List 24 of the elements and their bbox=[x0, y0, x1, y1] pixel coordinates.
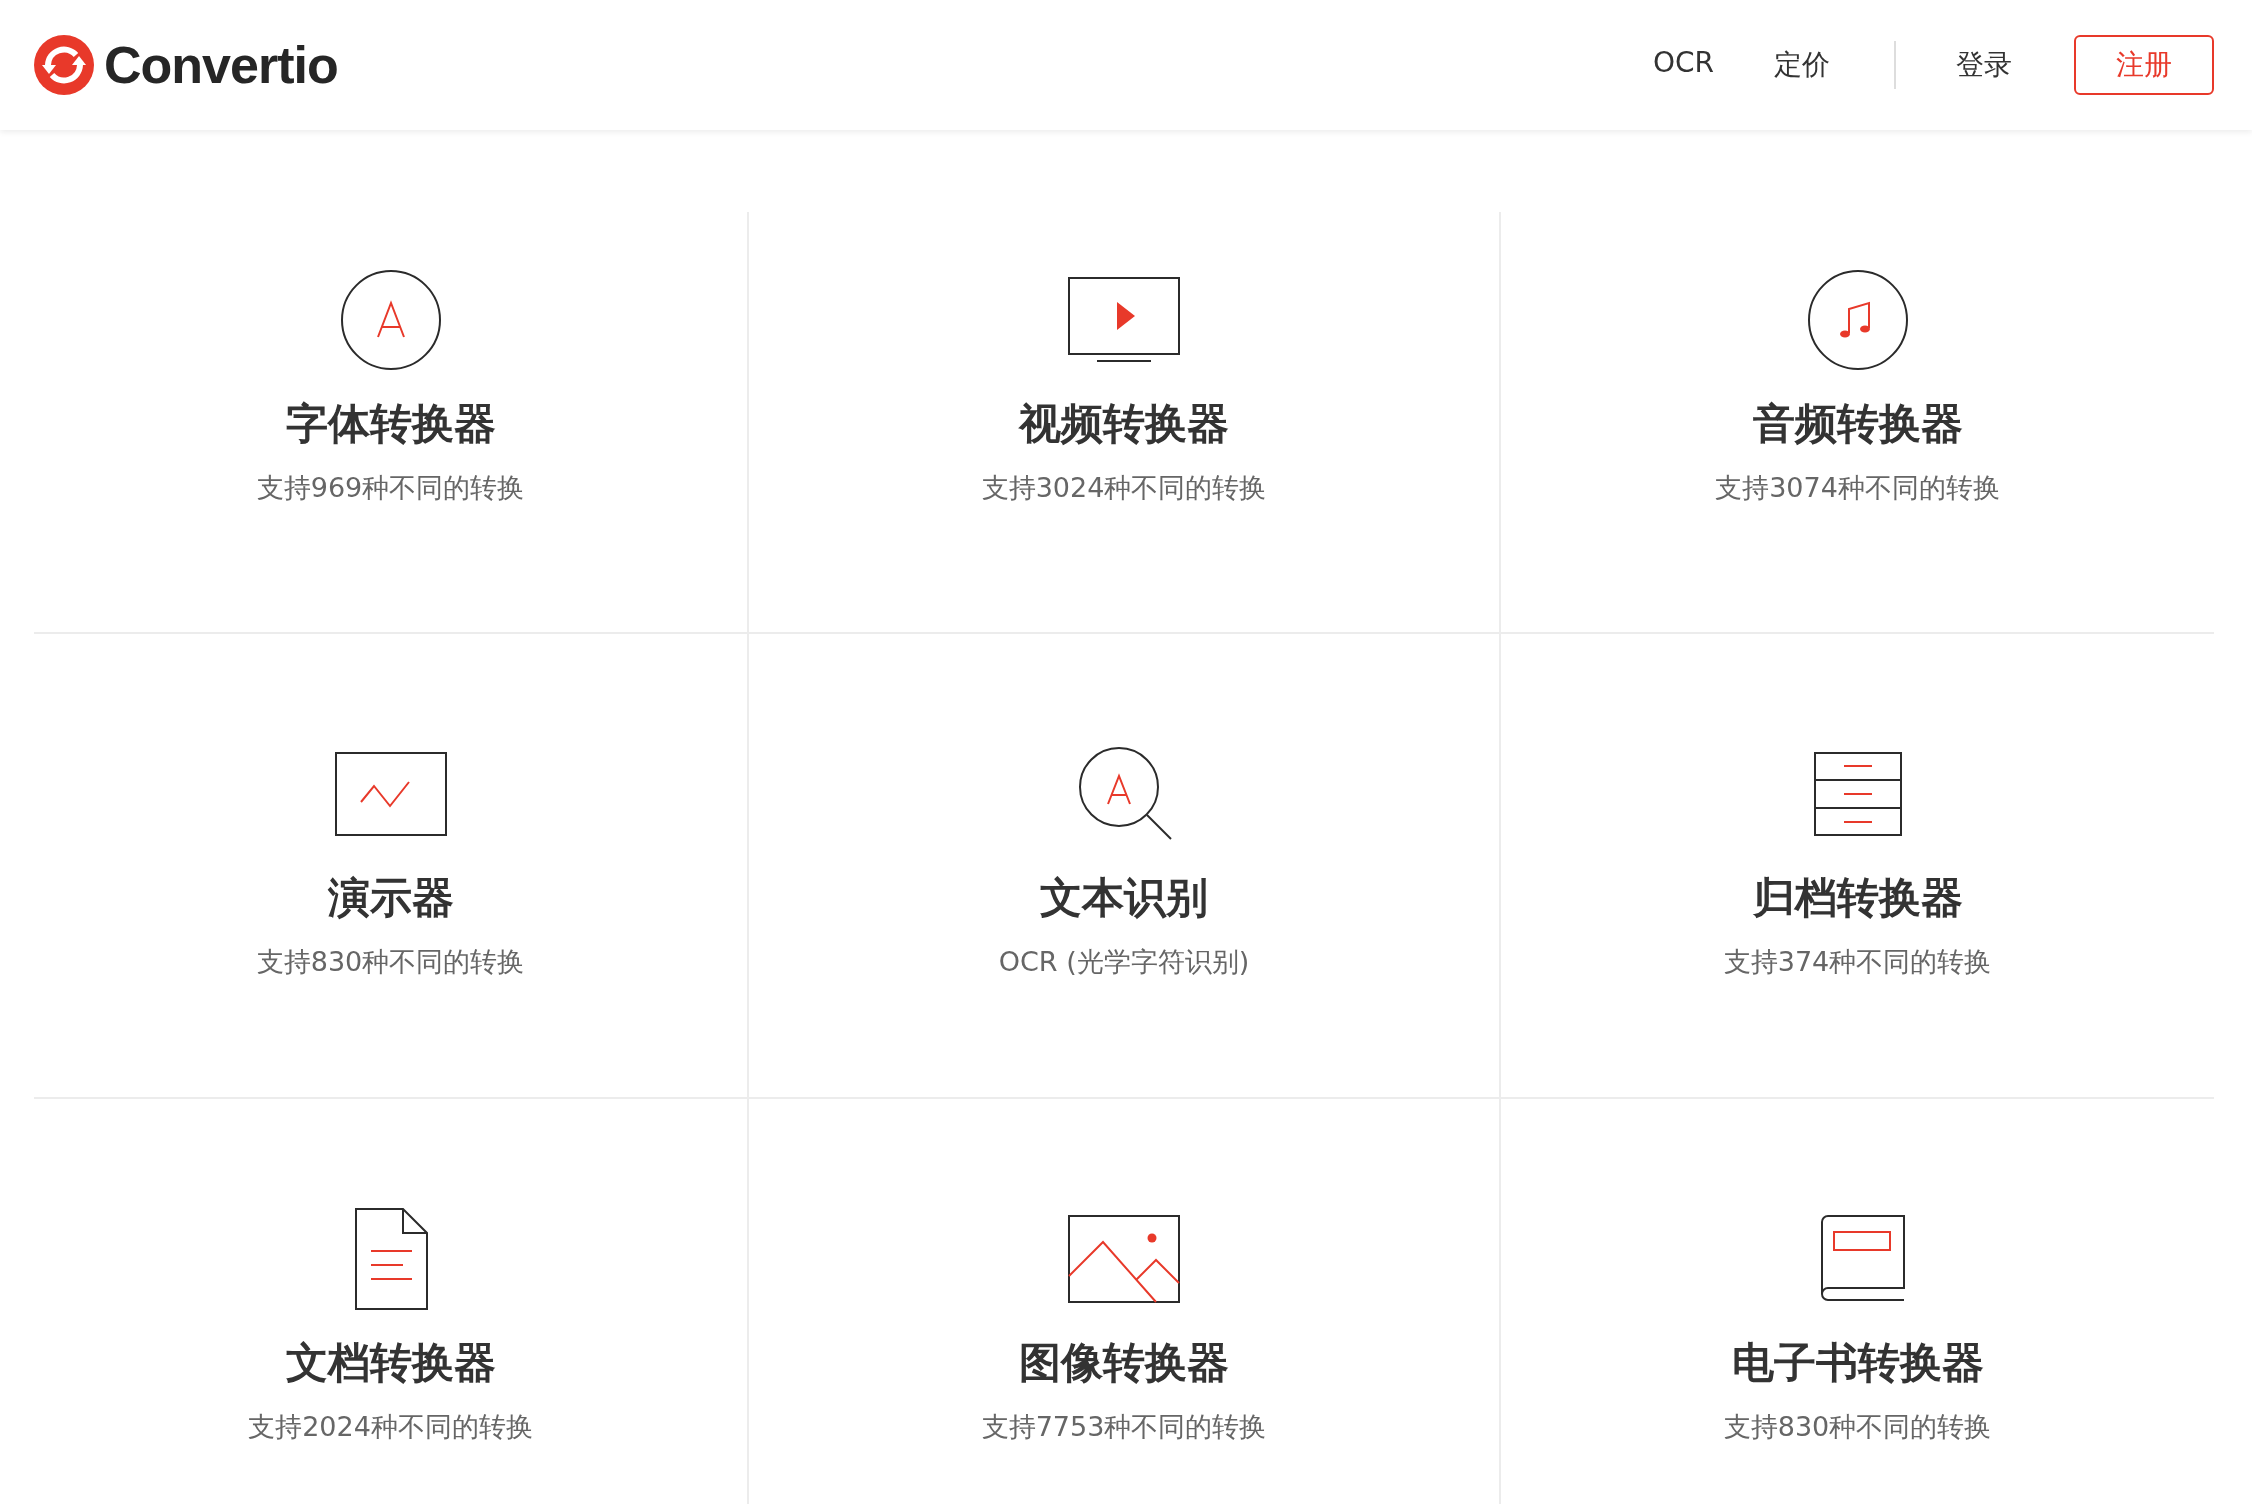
converter-description: 支持3024种不同的转换 bbox=[981, 471, 1267, 505]
logo-icon bbox=[34, 35, 94, 95]
converter-title[interactable]: 文本识别 bbox=[1040, 870, 1208, 926]
nav-link[interactable]: 定价 bbox=[1774, 46, 1830, 84]
converter-title[interactable]: 字体转换器 bbox=[285, 396, 496, 452]
converter-description: 支持830种不同的转换 bbox=[1723, 1410, 1992, 1444]
converter-description: OCR (光学字符识别) bbox=[998, 945, 1250, 979]
converter-title[interactable]: 演示器 bbox=[327, 870, 454, 926]
converter-description: 支持7753种不同的转换 bbox=[981, 1410, 1267, 1444]
signup-button[interactable]: 注册 bbox=[2074, 35, 2214, 95]
converter-description: 支持969种不同的转换 bbox=[256, 471, 525, 505]
converter-title[interactable]: 归档转换器 bbox=[1752, 870, 1963, 926]
converter-title[interactable]: 电子书转换器 bbox=[1731, 1335, 1984, 1391]
logo-text: Convertio bbox=[104, 35, 338, 95]
nav-link[interactable]: OCR bbox=[1652, 46, 1714, 84]
converter-description: 支持374种不同的转换 bbox=[1723, 945, 1992, 979]
converter-title[interactable]: 图像转换器 bbox=[1019, 1335, 1229, 1391]
converter-description: 支持3074种不同的转换 bbox=[1715, 471, 2000, 505]
converter-title[interactable]: 音频转换器 bbox=[1752, 396, 1963, 452]
login-link[interactable]: 登录 bbox=[1956, 46, 2012, 84]
converter-title[interactable]: 视频转换器 bbox=[1019, 396, 1229, 452]
converter-description: 支持2024种不同的转换 bbox=[248, 1410, 533, 1444]
converter-description: 支持830种不同的转换 bbox=[256, 945, 525, 979]
converter-title[interactable]: 文档转换器 bbox=[285, 1335, 496, 1391]
